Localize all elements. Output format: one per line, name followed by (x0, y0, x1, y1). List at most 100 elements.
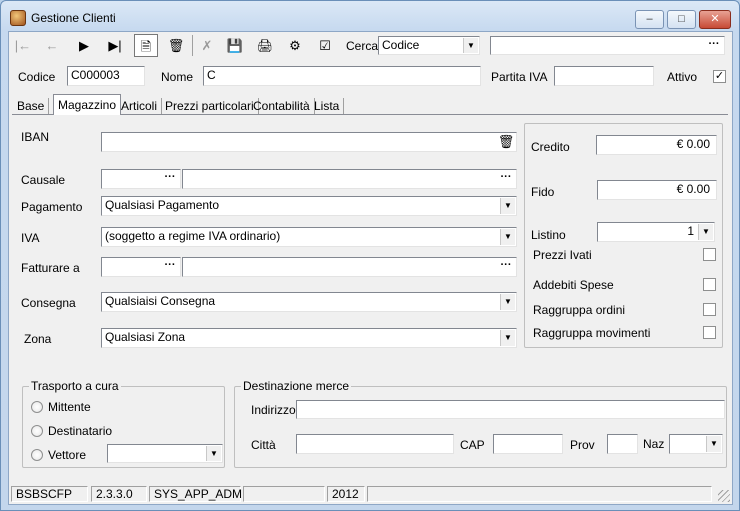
iva-select[interactable]: (soggetto a regime IVA ordinario) ▼ (101, 227, 517, 247)
status-database: BSBSCFP (11, 486, 88, 502)
fido-input[interactable]: € 0.00 (597, 180, 717, 200)
codice-label: Codice (18, 70, 56, 84)
chevron-down-icon[interactable]: ▼ (698, 224, 713, 240)
chevron-down-icon[interactable]: ▼ (206, 446, 221, 461)
previous-record-icon[interactable]: ← (40, 34, 64, 57)
print-icon[interactable]: 🖨 (253, 34, 277, 57)
credit-panel: Credito € 0.00 Fido € 0.00 Listino 1 ▼ P… (524, 123, 723, 348)
nome-value: C (207, 68, 216, 82)
trash-icon[interactable]: 🗑 (497, 134, 515, 150)
tab-base[interactable]: Base (13, 98, 50, 115)
minimize-button[interactable]: – (635, 10, 664, 29)
iva-value: (soggetto a regime IVA ordinario) (105, 229, 281, 243)
toolbar-separator (192, 35, 193, 56)
title-bar[interactable]: Gestione Clienti – □ ✕ (1, 1, 739, 31)
tab-prezzi-particolari[interactable]: Prezzi particolari (161, 98, 259, 115)
mittente-radio[interactable] (31, 401, 43, 413)
destinazione-title: Destinazione merce (241, 379, 352, 393)
credito-input[interactable]: € 0.00 (596, 135, 717, 155)
chevron-down-icon[interactable]: ▼ (463, 38, 478, 53)
chevron-down-icon[interactable]: ▼ (500, 294, 515, 310)
close-button[interactable]: ✕ (699, 10, 731, 29)
status-user: SYS_APP_ADM (149, 486, 242, 502)
last-record-icon[interactable]: ▶| (103, 34, 127, 57)
window-title: Gestione Clienti (31, 11, 116, 25)
next-record-icon[interactable]: ▶ (72, 34, 96, 57)
new-document-icon[interactable]: 🗎 (134, 34, 158, 57)
causale-desc-input[interactable]: ··· (182, 169, 517, 189)
status-year: 2012 (327, 486, 365, 502)
ellipsis-icon[interactable]: ··· (705, 38, 723, 53)
iban-input[interactable]: 🗑 (101, 132, 517, 152)
prezzi-ivati-checkbox[interactable] (703, 248, 716, 261)
ellipsis-icon[interactable]: ··· (497, 259, 515, 275)
confirm-check-icon[interactable]: ☑ (313, 34, 337, 57)
status-blank-2 (367, 486, 712, 502)
raggruppa-ordini-checkbox[interactable] (703, 303, 716, 316)
save-icon[interactable]: 💾 (223, 34, 247, 57)
codice-value: C000003 (71, 68, 120, 82)
indirizzo-input[interactable] (296, 400, 725, 419)
listino-select[interactable]: 1 ▼ (597, 222, 715, 242)
codice-input[interactable]: C000003 (67, 66, 145, 86)
zona-select[interactable]: Qualsiasi Zona ▼ (101, 328, 517, 348)
maximize-button[interactable]: □ (667, 10, 696, 29)
ellipsis-icon[interactable]: ··· (497, 171, 515, 187)
search-label: Cerca (346, 39, 379, 53)
partita-iva-input[interactable] (554, 66, 654, 86)
first-record-icon[interactable]: |← (11, 34, 35, 57)
nome-input[interactable]: C (203, 66, 481, 86)
attivo-checkbox[interactable]: ✓ (713, 70, 726, 83)
mittente-label: Mittente (48, 400, 91, 414)
fatturare-code-input[interactable]: ··· (101, 257, 181, 277)
raggruppa-ordini-label: Raggruppa ordini (533, 303, 626, 317)
prov-input[interactable] (607, 434, 638, 454)
causale-label: Causale (21, 173, 66, 187)
raggruppa-movimenti-label: Raggruppa movimenti (533, 326, 651, 340)
magazzino-panel: IBAN 🗑 Causale ··· ··· Pagamento Qualsia… (12, 114, 728, 480)
trasporto-title: Trasporto a cura (29, 379, 121, 393)
citta-input[interactable] (296, 434, 454, 454)
zona-label: Zona (24, 332, 52, 346)
search-field-select[interactable]: Codice ▼ (378, 36, 480, 55)
chevron-down-icon[interactable]: ▼ (500, 330, 515, 346)
chevron-down-icon[interactable]: ▼ (500, 198, 515, 214)
indirizzo-label: Indirizzo (251, 403, 296, 417)
ellipsis-icon[interactable]: ··· (161, 259, 179, 275)
addebiti-spese-checkbox[interactable] (703, 278, 716, 291)
partita-iva-label: Partita IVA (491, 70, 548, 84)
raggruppa-movimenti-checkbox[interactable] (703, 326, 716, 339)
listino-label: Listino (531, 228, 566, 242)
client-area: |← ← ▶ ▶| 🗎 🗑 ✗ 💾 🖨 ⚙ ☑ Cerca Codice ▼ ·… (8, 31, 733, 505)
consegna-select[interactable]: Qualsiaisi Consegna ▼ (101, 292, 517, 312)
zona-value: Qualsiasi Zona (105, 330, 186, 344)
listino-value: 1 (687, 224, 694, 238)
prov-label: Prov (570, 438, 595, 452)
cap-label: CAP (460, 438, 485, 452)
resize-grip-icon[interactable] (718, 490, 730, 502)
pagamento-select[interactable]: Qualsiasi Pagamento ▼ (101, 196, 517, 216)
ellipsis-icon[interactable]: ··· (161, 171, 179, 187)
tab-lista[interactable]: Lista (310, 98, 345, 115)
causale-code-input[interactable]: ··· (101, 169, 181, 189)
trasporto-group: Trasporto a cura Mittente Destinatario V… (22, 379, 225, 468)
search-input[interactable]: ··· (490, 36, 725, 55)
tab-contabilita[interactable]: Contabilità (249, 98, 315, 115)
tab-articoli[interactable]: Articoli (117, 98, 163, 115)
help-icon[interactable]: ⚙ (283, 34, 307, 57)
vettore-radio[interactable] (31, 449, 43, 461)
pagamento-label: Pagamento (21, 200, 83, 214)
tab-magazzino[interactable]: Magazzino (53, 94, 122, 115)
cancel-icon[interactable]: ✗ (195, 34, 219, 57)
cap-input[interactable] (493, 434, 563, 454)
destinatario-radio[interactable] (31, 425, 43, 437)
credito-label: Credito (531, 140, 570, 154)
fatturare-desc-input[interactable]: ··· (182, 257, 517, 277)
status-version: 2.3.3.0 (91, 486, 147, 502)
chevron-down-icon[interactable]: ▼ (500, 229, 515, 245)
delete-trash-icon[interactable]: 🗑 (164, 34, 188, 57)
chevron-down-icon[interactable]: ▼ (706, 436, 721, 452)
naz-select[interactable]: ▼ (669, 434, 723, 454)
vettore-select[interactable]: ▼ (107, 444, 223, 463)
status-bar: BSBSCFP 2.3.3.0 SYS_APP_ADM 2012 (9, 484, 732, 504)
